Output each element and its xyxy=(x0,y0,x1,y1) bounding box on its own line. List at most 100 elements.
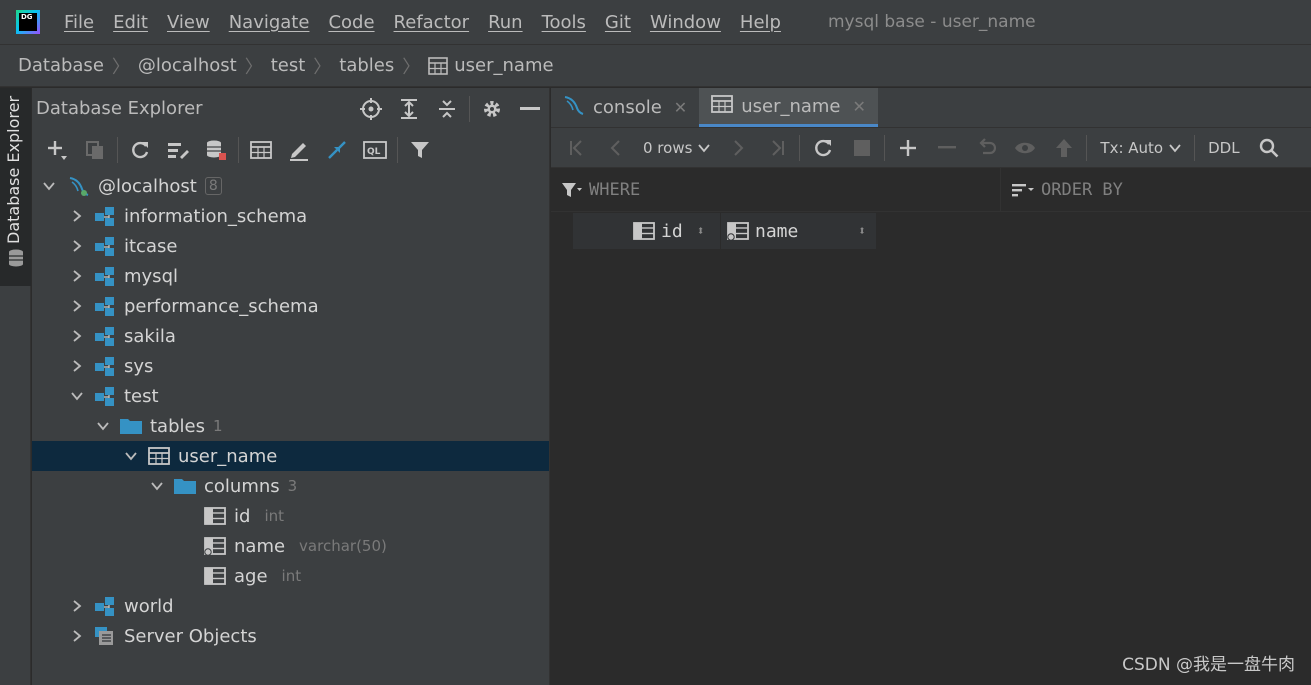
menu-edit[interactable]: Edit xyxy=(113,12,148,33)
chevron-right-icon[interactable] xyxy=(68,237,86,255)
chevron-right-icon[interactable] xyxy=(68,597,86,615)
menu-refactor[interactable]: Refactor xyxy=(394,12,470,33)
tree-node-schema-world[interactable]: world xyxy=(32,591,549,621)
tree-node-schema[interactable]: itcase xyxy=(32,231,549,261)
tree-node-schema[interactable]: sys xyxy=(32,351,549,381)
tree-node-schema[interactable]: mysql xyxy=(32,261,549,291)
explorer-tree: @localhost 8 information_schema itcase m… xyxy=(32,171,549,651)
menu-file[interactable]: File xyxy=(64,12,94,33)
sort-toggle-icon[interactable]: ⬍ xyxy=(858,224,866,239)
first-page-icon[interactable] xyxy=(557,133,596,163)
tree-node-server-objects[interactable]: Server Objects xyxy=(32,621,549,651)
delete-row-icon[interactable] xyxy=(927,133,966,163)
jump-to-source-icon[interactable] xyxy=(318,135,356,165)
menu-code[interactable]: Code xyxy=(328,12,374,33)
folder-icon xyxy=(118,415,144,437)
next-page-icon[interactable] xyxy=(718,133,757,163)
locate-icon[interactable] xyxy=(352,95,390,123)
transaction-mode-select[interactable]: Tx: Auto xyxy=(1090,139,1191,157)
revert-icon[interactable] xyxy=(966,133,1005,163)
search-icon[interactable] xyxy=(1250,133,1289,163)
tree-node-table-user-name[interactable]: user_name xyxy=(32,441,549,471)
menu-window[interactable]: Window xyxy=(650,12,721,33)
chevron-right-icon[interactable] xyxy=(68,267,86,285)
previous-page-icon[interactable] xyxy=(596,133,635,163)
tree-node-label: Server Objects xyxy=(124,625,257,647)
sort-toggle-icon[interactable]: ⬍ xyxy=(697,224,705,239)
table-icon xyxy=(146,445,172,467)
breadcrumb-localhost[interactable]: @localhost xyxy=(138,55,237,76)
chevron-right-icon[interactable] xyxy=(68,357,86,375)
tree-node-schema[interactable]: information_schema xyxy=(32,201,549,231)
tree-node-label: user_name xyxy=(178,445,278,467)
toolbar-divider xyxy=(117,137,118,163)
database-explorer-panel: Database Explorer QL @localhost 8 inform… xyxy=(32,88,550,685)
where-filter-input[interactable]: WHERE xyxy=(551,167,1001,212)
breadcrumb-database[interactable]: Database xyxy=(18,55,104,76)
menu-git[interactable]: Git xyxy=(605,12,631,33)
chevron-down-icon[interactable] xyxy=(122,447,140,465)
gear-icon[interactable] xyxy=(473,95,511,123)
breadcrumb-user-name[interactable]: user_name xyxy=(454,55,553,76)
toolbar-divider xyxy=(1086,134,1088,161)
schema-icon xyxy=(92,385,118,407)
database-explorer-tool-tab[interactable]: Database Explorer xyxy=(0,88,31,286)
hide-panel-icon[interactable] xyxy=(511,95,549,123)
expand-all-icon[interactable] xyxy=(390,95,428,123)
page-size-select[interactable]: 0 rows xyxy=(635,139,718,157)
tree-node-columns-folder[interactable]: columns 3 xyxy=(32,471,549,501)
submit-icon[interactable] xyxy=(1044,133,1083,163)
preview-changes-icon[interactable] xyxy=(1005,133,1044,163)
close-icon[interactable]: ✕ xyxy=(853,97,866,116)
breadcrumb-tables[interactable]: tables xyxy=(339,55,394,76)
reload-icon[interactable] xyxy=(803,133,842,163)
chevron-right-icon[interactable] xyxy=(68,207,86,225)
menu-tools[interactable]: Tools xyxy=(542,12,586,33)
column-header-id[interactable]: id ⬍ xyxy=(595,213,721,249)
tree-node-localhost[interactable]: @localhost 8 xyxy=(32,171,549,201)
tree-node-schema[interactable]: performance_schema xyxy=(32,291,549,321)
column-header-name[interactable]: name ⬍ xyxy=(721,213,877,249)
collapse-all-icon[interactable] xyxy=(428,95,466,123)
data-source-properties-icon[interactable] xyxy=(159,135,197,165)
tree-node-column[interactable]: age int xyxy=(32,561,549,591)
stop-icon[interactable] xyxy=(842,133,881,163)
edit-icon[interactable] xyxy=(280,135,318,165)
close-icon[interactable]: ✕ xyxy=(674,98,687,117)
order-by-input[interactable]: ORDER BY xyxy=(1001,168,1311,212)
refresh-icon[interactable] xyxy=(121,135,159,165)
chevron-right-icon[interactable] xyxy=(68,627,86,645)
menu-navigate[interactable]: Navigate xyxy=(229,12,310,33)
tab-console[interactable]: console ✕ xyxy=(551,88,699,127)
disconnect-icon[interactable] xyxy=(197,135,235,165)
menu-view[interactable]: View xyxy=(167,12,210,33)
chevron-right-icon[interactable] xyxy=(68,297,86,315)
tree-node-tables-folder[interactable]: tables 1 xyxy=(32,411,549,441)
tab-user-name[interactable]: user_name ✕ xyxy=(699,88,878,127)
column-icon xyxy=(202,505,228,527)
query-console-icon[interactable]: QL xyxy=(356,135,394,165)
tree-node-label: mysql xyxy=(124,265,178,287)
last-page-icon[interactable] xyxy=(757,133,796,163)
tree-node-column[interactable]: name varchar(50) xyxy=(32,531,549,561)
tree-node-schema-test[interactable]: test xyxy=(32,381,549,411)
tree-node-column[interactable]: id int xyxy=(32,501,549,531)
chevron-down-icon[interactable] xyxy=(148,477,166,495)
breadcrumb-test[interactable]: test xyxy=(271,55,306,76)
add-row-icon[interactable] xyxy=(888,133,927,163)
chevron-down-icon[interactable] xyxy=(94,417,112,435)
column-type: int xyxy=(281,567,302,585)
table-view-icon[interactable] xyxy=(242,135,280,165)
duplicate-icon[interactable] xyxy=(76,135,114,165)
menu-run[interactable]: Run xyxy=(488,12,523,33)
filter-icon[interactable] xyxy=(401,135,439,165)
filter-icon xyxy=(561,181,583,199)
tree-node-schema[interactable]: sakila xyxy=(32,321,549,351)
menu-help[interactable]: Help xyxy=(740,12,781,33)
chevron-right-icon[interactable] xyxy=(68,327,86,345)
add-icon[interactable] xyxy=(38,135,76,165)
chevron-down-icon[interactable] xyxy=(40,177,58,195)
schema-icon xyxy=(92,205,118,227)
chevron-down-icon[interactable] xyxy=(68,387,86,405)
ddl-button[interactable]: DDL xyxy=(1198,139,1249,157)
